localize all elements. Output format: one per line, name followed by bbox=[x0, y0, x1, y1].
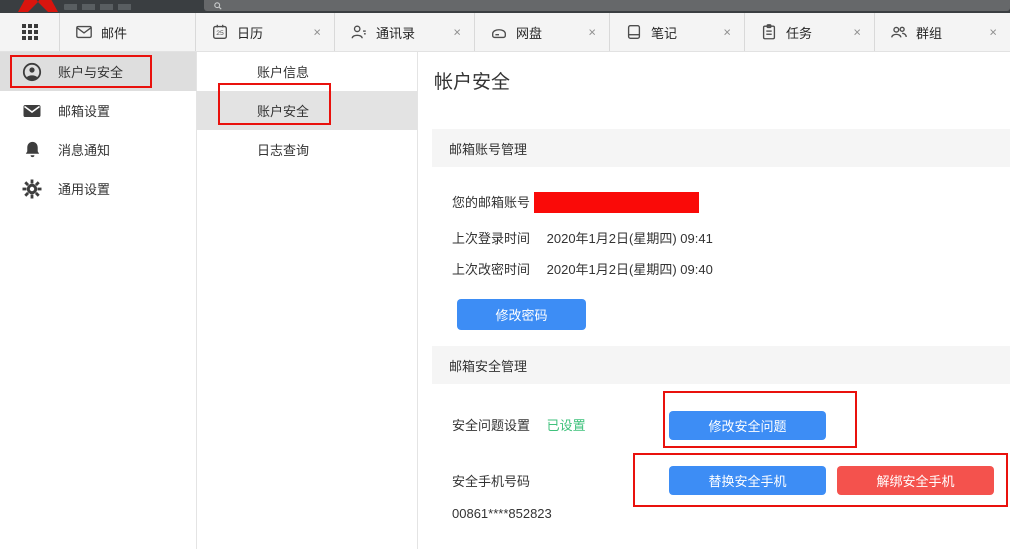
tab-calendar[interactable]: 25 日历 × bbox=[196, 13, 335, 51]
mailbox-settings-icon bbox=[22, 101, 42, 121]
tab-close-icon[interactable]: × bbox=[989, 26, 997, 39]
change-password-button[interactable]: 修改密码 bbox=[457, 299, 586, 330]
tab-close-icon[interactable]: × bbox=[453, 26, 461, 39]
mail-settings-window: 邮件 25 日历 × 通讯录 × bbox=[0, 0, 1010, 549]
tab-label: 任务 bbox=[786, 23, 812, 42]
last-password-change-label: 上次改密时间 bbox=[452, 262, 530, 277]
tab-close-icon[interactable]: × bbox=[313, 26, 321, 39]
notifications-icon bbox=[22, 140, 42, 160]
tab-label: 通讯录 bbox=[376, 23, 415, 42]
sidebar-item-label: 账户与安全 bbox=[58, 62, 123, 81]
tab-mail[interactable]: 邮件 bbox=[60, 13, 196, 51]
tab-label: 笔记 bbox=[651, 23, 677, 42]
top-header-bar bbox=[0, 0, 1010, 13]
section-header-security-management: 邮箱安全管理 bbox=[432, 346, 1010, 384]
grid-icon bbox=[21, 23, 39, 41]
tab-tasks[interactable]: 任务 × bbox=[745, 13, 875, 51]
security-submenu: 账户信息 账户安全 日志查询 bbox=[197, 52, 418, 549]
submenu-item-log-query[interactable]: 日志查询 bbox=[197, 130, 417, 169]
replace-security-phone-button[interactable]: 替换安全手机 bbox=[669, 466, 826, 495]
brand-logo bbox=[16, 0, 60, 12]
security-question-label: 安全问题设置 bbox=[452, 418, 530, 433]
tab-notes[interactable]: 笔记 × bbox=[610, 13, 745, 51]
account-row: 您的邮箱账号 bbox=[452, 193, 543, 213]
notes-icon bbox=[625, 23, 643, 41]
tab-close-icon[interactable]: × bbox=[588, 26, 596, 39]
sidebar-item-notifications[interactable]: 消息通知 bbox=[0, 130, 196, 169]
groups-icon bbox=[890, 23, 908, 41]
tab-close-icon[interactable]: × bbox=[723, 26, 731, 39]
tab-label: 日历 bbox=[237, 23, 263, 42]
security-phone-value: 00861****852823 bbox=[452, 504, 552, 524]
sidebar-item-account-security[interactable]: 账户与安全 bbox=[0, 52, 196, 91]
submenu-item-account-info[interactable]: 账户信息 bbox=[197, 52, 417, 91]
header-search-bar[interactable] bbox=[204, 0, 1010, 11]
redacted-account-value bbox=[534, 192, 699, 213]
brand-wordmark bbox=[64, 4, 134, 10]
last-login-value: 2020年1月2日(星期四) 09:41 bbox=[547, 231, 713, 246]
tab-groups[interactable]: 群组 × bbox=[875, 13, 1010, 51]
page-title: 帐户安全 bbox=[434, 67, 510, 94]
calendar-icon: 25 bbox=[211, 23, 229, 41]
settings-sidebar: 账户与安全 邮箱设置 消息通知 bbox=[0, 52, 197, 549]
section-header-account-management: 邮箱账号管理 bbox=[432, 129, 1010, 167]
account-security-icon bbox=[22, 62, 42, 82]
security-phone-label: 安全手机号码 bbox=[452, 474, 530, 489]
general-settings-icon bbox=[22, 179, 42, 199]
tab-label: 群组 bbox=[916, 23, 942, 42]
svg-text:25: 25 bbox=[216, 30, 224, 37]
app-grid-button[interactable] bbox=[0, 13, 60, 51]
mail-icon bbox=[75, 23, 93, 41]
sidebar-item-mailbox-settings[interactable]: 邮箱设置 bbox=[0, 91, 196, 130]
sidebar-item-label: 邮箱设置 bbox=[58, 101, 110, 120]
search-icon bbox=[214, 2, 222, 10]
security-question-row: 安全问题设置 已设置 bbox=[452, 416, 586, 436]
modify-security-question-button[interactable]: 修改安全问题 bbox=[669, 411, 826, 440]
tasks-icon bbox=[760, 23, 778, 41]
account-label: 您的邮箱账号 bbox=[452, 195, 530, 210]
last-login-label: 上次登录时间 bbox=[452, 231, 530, 246]
tab-label: 邮件 bbox=[101, 23, 127, 42]
drive-icon bbox=[490, 23, 508, 41]
sidebar-item-general-settings[interactable]: 通用设置 bbox=[0, 169, 196, 208]
unbind-security-phone-button[interactable]: 解绑安全手机 bbox=[837, 466, 994, 495]
contacts-icon bbox=[350, 23, 368, 41]
last-password-change-value: 2020年1月2日(星期四) 09:40 bbox=[547, 262, 713, 277]
sidebar-item-label: 通用设置 bbox=[58, 179, 110, 198]
tab-drive[interactable]: 网盘 × bbox=[475, 13, 610, 51]
tab-close-icon[interactable]: × bbox=[853, 26, 861, 39]
account-security-panel: 帐户安全 邮箱账号管理 您的邮箱账号 上次登录时间 2020年1月2日(星期四)… bbox=[418, 52, 1010, 549]
security-question-status: 已设置 bbox=[547, 418, 586, 433]
last-login-row: 上次登录时间 2020年1月2日(星期四) 09:41 bbox=[452, 229, 713, 249]
app-tabbar: 邮件 25 日历 × 通讯录 × bbox=[0, 13, 1010, 52]
tab-contacts[interactable]: 通讯录 × bbox=[335, 13, 475, 51]
submenu-item-account-security[interactable]: 账户安全 bbox=[197, 91, 417, 130]
sidebar-item-label: 消息通知 bbox=[58, 140, 110, 159]
last-password-change-row: 上次改密时间 2020年1月2日(星期四) 09:40 bbox=[452, 260, 713, 280]
tab-label: 网盘 bbox=[516, 23, 542, 42]
security-phone-row: 安全手机号码 bbox=[452, 472, 530, 492]
